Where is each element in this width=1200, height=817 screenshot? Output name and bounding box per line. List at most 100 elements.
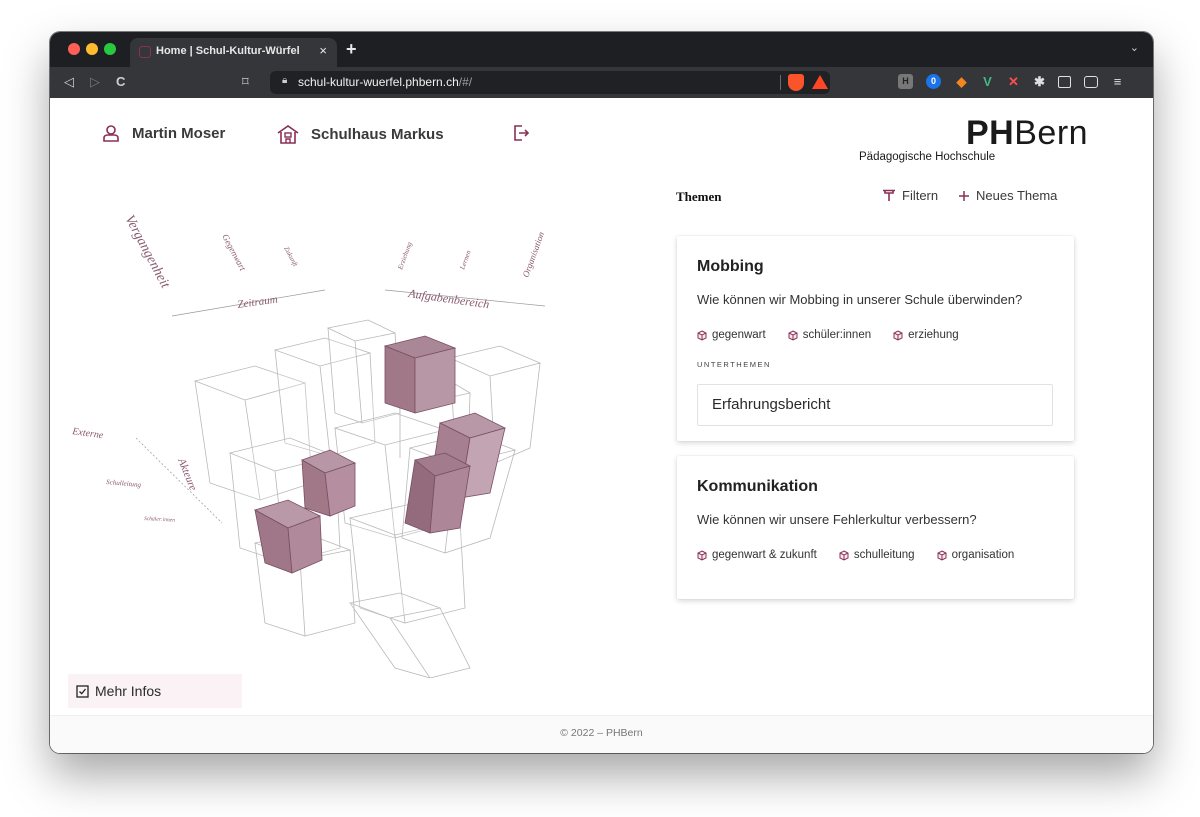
axis-label-schuelerinnen[interactable]: Schüler:innen [144, 516, 175, 524]
tag-label: schulleitung [853, 549, 915, 561]
cube-tag-icon [788, 329, 798, 341]
close-window-button[interactable] [68, 43, 80, 55]
group-label-akteure: Akteure [175, 456, 199, 493]
url-separator [780, 75, 781, 90]
subtheme-label: Erfahrungsbericht [712, 396, 831, 413]
password-manager-icon[interactable]: 0 [926, 74, 941, 89]
logout-icon [514, 125, 530, 141]
subthemes-label: UNTERTHEMEN [697, 360, 771, 369]
theme-question: Wie können wir Mobbing in unserer Schule… [697, 292, 1023, 307]
user-name: Martin Moser [132, 124, 226, 142]
tag-item[interactable]: erziehung [893, 329, 959, 341]
filter-button[interactable]: Filtern [882, 188, 938, 203]
school-icon [277, 125, 299, 144]
group-label-aufgabenbereich: Aufgabenbereich [407, 286, 491, 311]
minimize-window-button[interactable] [86, 43, 98, 55]
school-name: Schulhaus Markus [311, 125, 444, 143]
user-icon [103, 125, 119, 142]
vue-devtools-icon[interactable]: V [980, 74, 995, 89]
footer: © 2022 – PHBern [50, 715, 1153, 753]
highlight-cell-3-right[interactable] [429, 465, 471, 534]
url-host: schul-kultur-wuerfel.phbern.ch [298, 75, 459, 89]
tag-label: gegenwart & zukunft [712, 549, 817, 561]
tag-item[interactable]: schüler:innen [788, 329, 871, 341]
axis-label-vergangenheit[interactable]: Vergangenheit [121, 213, 172, 292]
tab-bar: Home | Schul-Kultur-Würfel × + ⌄ [50, 32, 1153, 67]
extensions-puzzle-icon[interactable]: ✱ [1032, 74, 1047, 89]
browser-toolbar: ◁ ▷ C ⌑ 🔒︎ schul-kultur-wuerfel.phbern.c… [50, 67, 1153, 98]
subtheme-item[interactable]: Erfahrungsbericht [697, 384, 1053, 426]
maximize-window-button[interactable] [104, 43, 116, 55]
axis-label-zukunft[interactable]: Zukunft [282, 245, 300, 269]
tab-active[interactable]: Home | Schul-Kultur-Würfel × [130, 38, 337, 67]
tag-label: erziehung [908, 329, 959, 341]
cube-tag-icon [893, 329, 903, 341]
filter-icon [883, 189, 895, 201]
tag-label: gegenwart [712, 329, 766, 341]
group-label-zeitraum: Zeitraum [237, 293, 279, 311]
checkbox-icon [76, 684, 89, 698]
more-info-toggle[interactable]: Mehr Infos [68, 674, 242, 708]
new-tab-button[interactable]: + [346, 39, 357, 60]
theme-card-kommunikation[interactable]: Kommunikation Wie können wir unsere Fehl… [677, 456, 1074, 599]
new-theme-label: Neues Thema [976, 188, 1058, 203]
brave-shield-icon[interactable] [788, 74, 804, 91]
tag-item[interactable]: gegenwart & zukunft [697, 549, 817, 561]
extension-h-icon[interactable]: H [898, 74, 913, 89]
school-culture-cube[interactable]: Vergangenheit Gegenwart Zukunft Erziehun… [50, 198, 650, 678]
tag-label: schüler:innen [802, 329, 872, 341]
plus-icon [959, 190, 969, 201]
user-menu[interactable]: Martin Moser [102, 124, 225, 142]
more-info-label: Mehr Infos [95, 683, 162, 699]
cube-tag-icon [839, 549, 849, 561]
theme-card-mobbing[interactable]: Mobbing Wie können wir Mobbing in unsere… [677, 236, 1074, 441]
tag-item[interactable]: schulleitung [839, 549, 915, 561]
axis-label-gegenwart[interactable]: Gegenwart [220, 232, 248, 272]
cube-tag-icon [697, 549, 707, 561]
forward-icon[interactable]: ▷ [90, 74, 100, 90]
wallet-icon[interactable] [1084, 76, 1098, 88]
page: Martin Moser Schulhaus Markus PHBern Päd… [50, 98, 1153, 753]
menu-icon[interactable]: ≡ [1110, 74, 1125, 89]
tab-close-button[interactable]: × [319, 43, 327, 58]
logo-bold: PH [966, 114, 1015, 152]
brave-rewards-icon[interactable] [812, 75, 828, 89]
phbern-logo: PHBern [966, 114, 1088, 153]
theme-tags: gegenwart & zukunft schulleitung organis… [697, 549, 1047, 561]
address-bar[interactable]: 🔒︎ schul-kultur-wuerfel.phbern.ch/#/ [270, 71, 830, 94]
logo-light: Bern [1014, 114, 1089, 152]
highlight-cell-left[interactable] [384, 345, 416, 414]
highlight-cell-right[interactable] [414, 347, 456, 414]
browser-window: Home | Schul-Kultur-Würfel × + ⌄ ◁ ▷ C ⌑… [50, 32, 1153, 753]
reload-icon[interactable]: C [116, 74, 125, 89]
theme-tags: gegenwart schüler:innen erziehung [697, 329, 1047, 341]
theme-title: Kommunikation [697, 478, 818, 495]
url-text: schul-kultur-wuerfel.phbern.ch/#/ [298, 75, 472, 89]
back-icon[interactable]: ◁ [64, 74, 74, 90]
axis-label-lernen[interactable]: Lernen [458, 249, 473, 272]
favicon-icon [139, 46, 151, 58]
url-path: /#/ [458, 75, 473, 89]
axis-label-externe[interactable]: Externe [71, 426, 105, 441]
extension-x-icon[interactable]: ✕ [1006, 74, 1021, 89]
axis-label-schulleitung[interactable]: Schulleitung [106, 478, 142, 489]
tab-list-chevron-icon[interactable]: ⌄ [1130, 41, 1139, 54]
new-theme-button[interactable]: Neues Thema [958, 188, 1057, 203]
metamask-icon[interactable]: ◆ [954, 74, 969, 89]
school-menu[interactable]: Schulhaus Markus [277, 124, 444, 144]
axis-label-organisation[interactable]: Organisation [520, 230, 546, 279]
logout-button[interactable] [512, 124, 530, 147]
tab-title: Home | Schul-Kultur-Würfel [156, 45, 300, 57]
themes-heading: Themen [676, 189, 722, 204]
lock-icon: 🔒︎ [282, 75, 288, 86]
tag-item[interactable]: organisation [937, 549, 1015, 561]
tag-label: organisation [951, 549, 1015, 561]
tag-item[interactable]: gegenwart [697, 329, 766, 341]
bookmark-icon[interactable]: ⌑ [242, 74, 249, 90]
cube-tag-icon [937, 549, 947, 561]
axis-label-erziehung[interactable]: Erziehung [396, 240, 414, 271]
logo-subtitle: Pädagogische Hochschule [859, 151, 996, 163]
theme-question: Wie können wir unsere Fehlerkultur verbe… [697, 512, 977, 527]
sidebar-icon[interactable] [1058, 76, 1071, 88]
filter-label: Filtern [902, 188, 939, 203]
